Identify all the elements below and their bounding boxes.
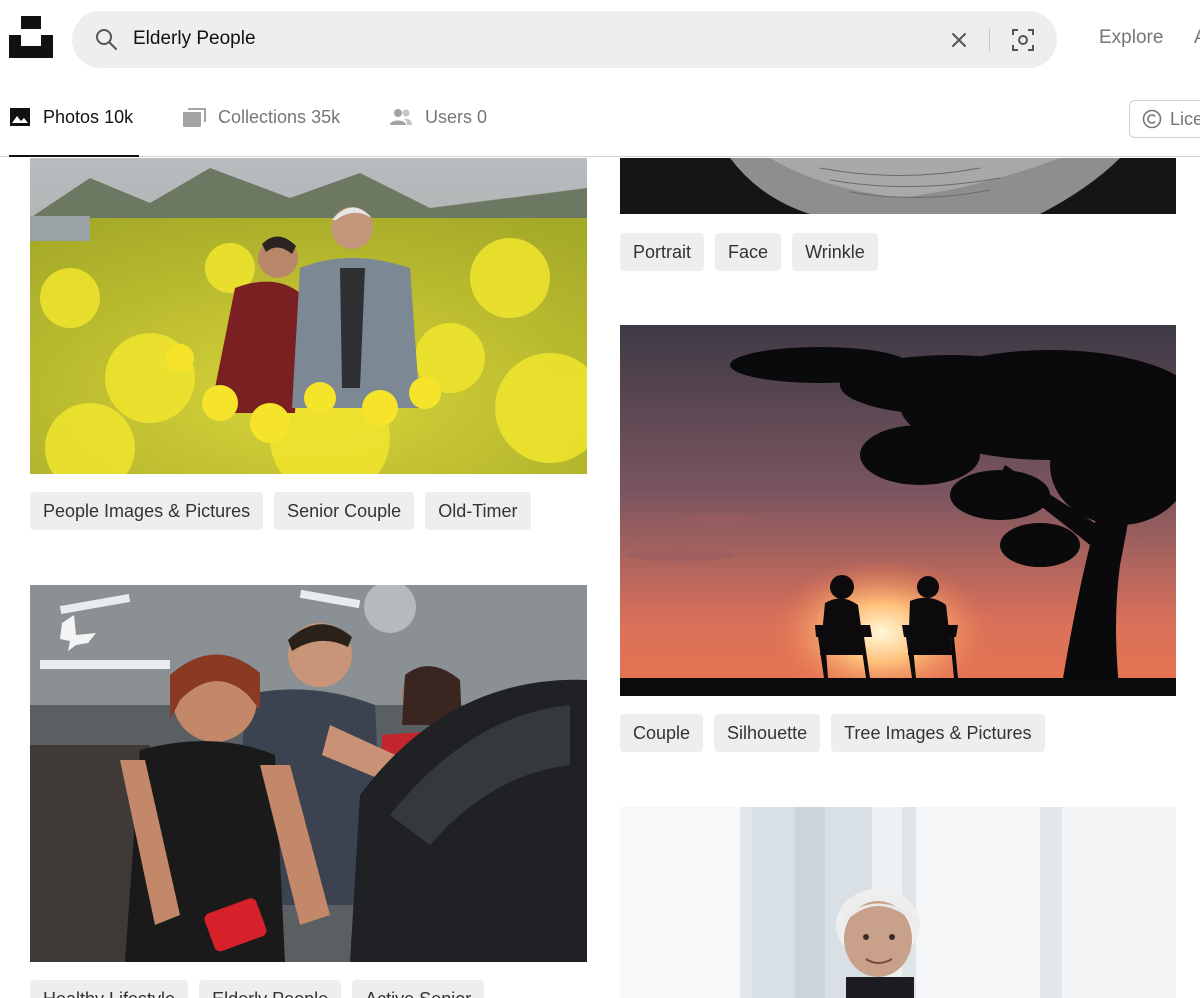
search-icon[interactable]: [94, 27, 118, 51]
photo-elderly-woman-window[interactable]: [620, 807, 1176, 998]
visual-search-icon[interactable]: [1009, 26, 1037, 54]
tag-people-images-pictures[interactable]: People Images & Pictures: [30, 492, 264, 530]
tab-photos-label: Photos: [43, 106, 100, 127]
copyright-icon: [1142, 109, 1162, 129]
tag-senior-couple[interactable]: Senior Couple: [274, 492, 415, 530]
photo-grid: People Images & Pictures Senior Couple O…: [0, 158, 1200, 998]
tab-collections[interactable]: Collections 35k: [183, 78, 340, 156]
tag-portrait[interactable]: Portrait: [620, 233, 705, 271]
license-filter-button[interactable]: Lice: [1129, 100, 1200, 138]
tab-photos-count: 10k: [104, 106, 134, 127]
license-filter-label: Lice: [1170, 108, 1200, 129]
tag-old-timer[interactable]: Old-Timer: [425, 492, 531, 530]
tab-collections-label: Collections: [218, 106, 307, 127]
nav-next-link[interactable]: A: [1194, 27, 1200, 49]
tab-users-count: 0: [477, 106, 488, 127]
search-filter-tabs: Photos 10k Collections 35k Users 0 Lice: [0, 78, 1200, 157]
users-icon: [390, 109, 412, 125]
tag-healthy-lifestyle[interactable]: Healthy Lifestyle: [30, 980, 189, 998]
search-divider: [989, 28, 990, 52]
tab-users-label: Users: [425, 106, 473, 127]
tag-face[interactable]: Face: [715, 233, 782, 271]
collections-icon: [183, 107, 206, 127]
tab-collections-count: 35k: [311, 106, 341, 127]
photo-wrinkled-skin-closeup[interactable]: [620, 158, 1176, 214]
nav-explore-link[interactable]: Explore: [1099, 27, 1163, 49]
tag-row: People Images & Pictures Senior Couple O…: [30, 492, 531, 530]
tag-elderly-people[interactable]: Elderly People: [199, 980, 342, 998]
tab-users[interactable]: Users 0: [389, 78, 487, 156]
search-bar: [72, 11, 1057, 68]
close-icon[interactable]: [946, 27, 972, 53]
tab-photos[interactable]: Photos 10k: [9, 78, 139, 157]
search-input[interactable]: [133, 25, 833, 53]
top-header: Explore A: [0, 0, 1200, 78]
unsplash-logo-icon[interactable]: [9, 16, 53, 58]
photo-senior-couple-flower-field[interactable]: [30, 158, 587, 474]
image-icon: [10, 108, 30, 126]
photo-couple-silhouette-sunset[interactable]: [620, 325, 1176, 696]
tag-couple[interactable]: Couple: [620, 714, 704, 752]
tag-silhouette[interactable]: Silhouette: [714, 714, 821, 752]
tag-row: Healthy Lifestyle Elderly People Active …: [30, 980, 485, 998]
tag-wrinkle[interactable]: Wrinkle: [792, 233, 878, 271]
photo-woman-exercise-bike-gym[interactable]: [30, 585, 587, 962]
tag-active-senior[interactable]: Active Senior: [352, 980, 485, 998]
tag-row: Couple Silhouette Tree Images & Pictures: [620, 714, 1045, 752]
tag-tree-images-pictures[interactable]: Tree Images & Pictures: [831, 714, 1045, 752]
tag-row: Portrait Face Wrinkle: [620, 233, 878, 271]
